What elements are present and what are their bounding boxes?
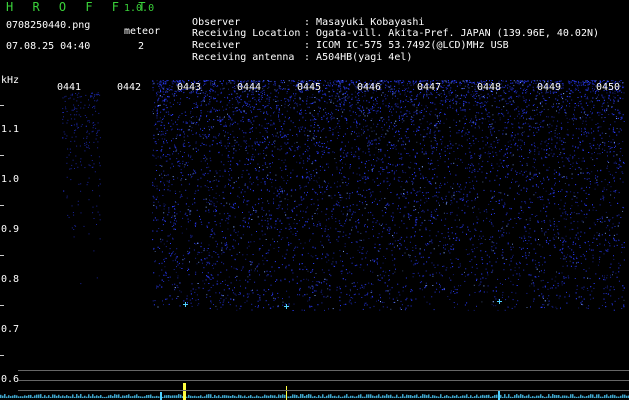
time-label: 0445 bbox=[297, 82, 322, 93]
trace-gridline bbox=[18, 390, 629, 391]
trace-gridline bbox=[18, 380, 629, 381]
y-tick-label: 0.7 bbox=[1, 324, 20, 335]
y-tick bbox=[0, 205, 4, 206]
spectrogram-noise bbox=[62, 80, 625, 311]
power-trace bbox=[0, 383, 629, 400]
time-label: 0447 bbox=[417, 82, 442, 93]
time-label: 0441 bbox=[57, 82, 82, 93]
meteor-echo bbox=[497, 299, 502, 304]
y-tick-label: 1.0 bbox=[1, 174, 20, 185]
spectrogram bbox=[0, 80, 629, 400]
y-axis-unit: kHz bbox=[1, 75, 20, 86]
y-tick bbox=[0, 305, 4, 306]
time-label: 0444 bbox=[237, 82, 262, 93]
time-label: 0449 bbox=[537, 82, 562, 93]
y-tick-label: 0.8 bbox=[1, 274, 20, 285]
y-tick bbox=[0, 355, 4, 356]
meteor-echo bbox=[284, 304, 289, 309]
y-tick bbox=[0, 255, 4, 256]
y-tick-label: 1.1 bbox=[1, 124, 20, 135]
time-label: 0443 bbox=[177, 82, 202, 93]
y-tick-label: 0.9 bbox=[1, 224, 20, 235]
time-label: 0446 bbox=[357, 82, 382, 93]
y-tick-label: 0.6 bbox=[1, 374, 20, 385]
trace-gridline bbox=[18, 370, 629, 371]
y-tick bbox=[0, 105, 4, 106]
time-label: 0442 bbox=[117, 82, 142, 93]
time-label: 0450 bbox=[596, 82, 621, 93]
y-tick bbox=[0, 155, 4, 156]
time-label: 0448 bbox=[477, 82, 502, 93]
